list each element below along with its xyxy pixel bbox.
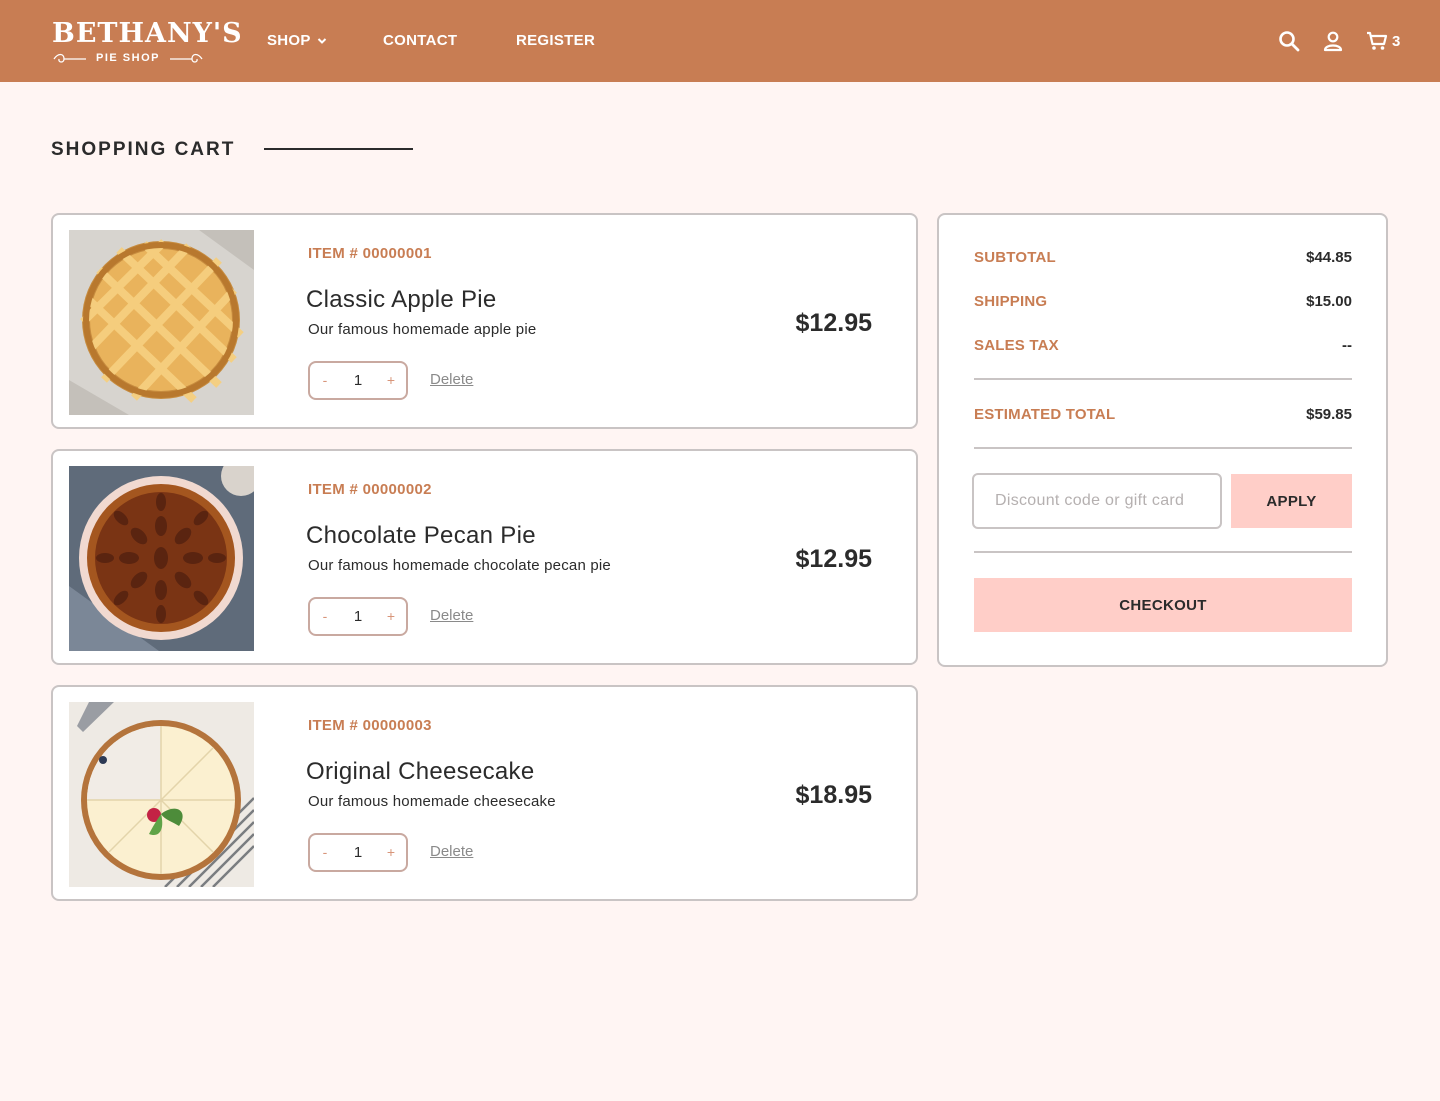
order-summary: SUBTOTAL $44.85 SHIPPING $15.00 SALES TA… [937, 213, 1388, 667]
logo[interactable]: BETHANY'S PIE SHOP [52, 18, 243, 66]
page-title: SHOPPING CART [51, 139, 236, 160]
subtotal-value: $44.85 [1306, 249, 1352, 266]
summary-divider [974, 551, 1352, 553]
sales-tax-row: SALES TAX -- [974, 336, 1352, 356]
quantity-value[interactable]: 1 [340, 363, 376, 398]
quantity-value[interactable]: 1 [340, 599, 376, 634]
decrease-quantity-button[interactable]: - [310, 835, 340, 870]
delete-link[interactable]: Delete [430, 371, 473, 389]
quantity-stepper: - 1 + [308, 833, 408, 872]
quantity-value[interactable]: 1 [340, 835, 376, 870]
apple-pie-image [69, 230, 254, 415]
estimated-total-row: ESTIMATED TOTAL $59.85 [974, 405, 1352, 425]
estimated-total-value: $59.85 [1306, 406, 1352, 423]
item-price: $12.95 [795, 309, 872, 337]
chevron-down-icon [317, 38, 327, 44]
discount-code-input[interactable] [972, 473, 1222, 529]
shipping-label: SHIPPING [974, 293, 1048, 310]
cart-icon[interactable] [1366, 30, 1388, 52]
item-description: Our famous homemade cheesecake [308, 793, 556, 810]
delete-link[interactable]: Delete [430, 843, 473, 861]
summary-divider [974, 447, 1352, 449]
item-name[interactable]: Original Cheesecake [306, 758, 535, 786]
decrease-quantity-button[interactable]: - [310, 599, 340, 634]
item-description: Our famous homemade apple pie [308, 321, 537, 338]
subtotal-label: SUBTOTAL [974, 249, 1056, 266]
site-header: BETHANY'S PIE SHOP SHOP CONTACT REGISTER… [0, 0, 1440, 82]
subtotal-row: SUBTOTAL $44.85 [974, 248, 1352, 268]
item-number: ITEM # 00000003 [308, 717, 432, 734]
item-description: Our famous homemade chocolate pecan pie [308, 557, 611, 574]
quantity-stepper: - 1 + [308, 597, 408, 636]
nav-shop[interactable]: SHOP [267, 32, 327, 50]
apply-button[interactable]: APPLY [1231, 474, 1352, 528]
sales-tax-label: SALES TAX [974, 337, 1059, 354]
increase-quantity-button[interactable]: + [376, 363, 406, 398]
item-price: $12.95 [795, 545, 872, 573]
title-divider [264, 148, 413, 150]
item-number: ITEM # 00000001 [308, 245, 432, 262]
search-icon[interactable] [1278, 30, 1300, 52]
increase-quantity-button[interactable]: + [376, 835, 406, 870]
cart-item: ITEM # 00000001 Classic Apple Pie Our fa… [51, 213, 918, 429]
item-name[interactable]: Classic Apple Pie [306, 286, 497, 314]
quantity-stepper: - 1 + [308, 361, 408, 400]
item-number: ITEM # 00000002 [308, 481, 432, 498]
cheesecake-image [69, 702, 254, 887]
nav-contact[interactable]: CONTACT [383, 32, 457, 50]
sales-tax-value: -- [1342, 337, 1352, 354]
cart-item: ITEM # 00000002 Chocolate Pecan Pie Our … [51, 449, 918, 665]
item-name[interactable]: Chocolate Pecan Pie [306, 522, 536, 550]
decrease-quantity-button[interactable]: - [310, 363, 340, 398]
cart-item: ITEM # 00000003 Original Cheesecake Our … [51, 685, 918, 901]
summary-divider [974, 378, 1352, 380]
estimated-total-label: ESTIMATED TOTAL [974, 406, 1116, 423]
item-price: $18.95 [795, 781, 872, 809]
checkout-button[interactable]: CHECKOUT [974, 578, 1352, 632]
increase-quantity-button[interactable]: + [376, 599, 406, 634]
nav-shop-label: SHOP [267, 32, 311, 49]
shipping-row: SHIPPING $15.00 [974, 292, 1352, 312]
pecan-pie-image [69, 466, 254, 651]
logo-name: BETHANY'S [52, 18, 243, 49]
swirl-right-icon [170, 53, 203, 63]
shipping-value: $15.00 [1306, 293, 1352, 310]
user-icon[interactable] [1322, 30, 1344, 52]
delete-link[interactable]: Delete [430, 607, 473, 625]
nav-register[interactable]: REGISTER [516, 32, 595, 50]
cart-count-badge[interactable]: 3 [1392, 33, 1400, 51]
